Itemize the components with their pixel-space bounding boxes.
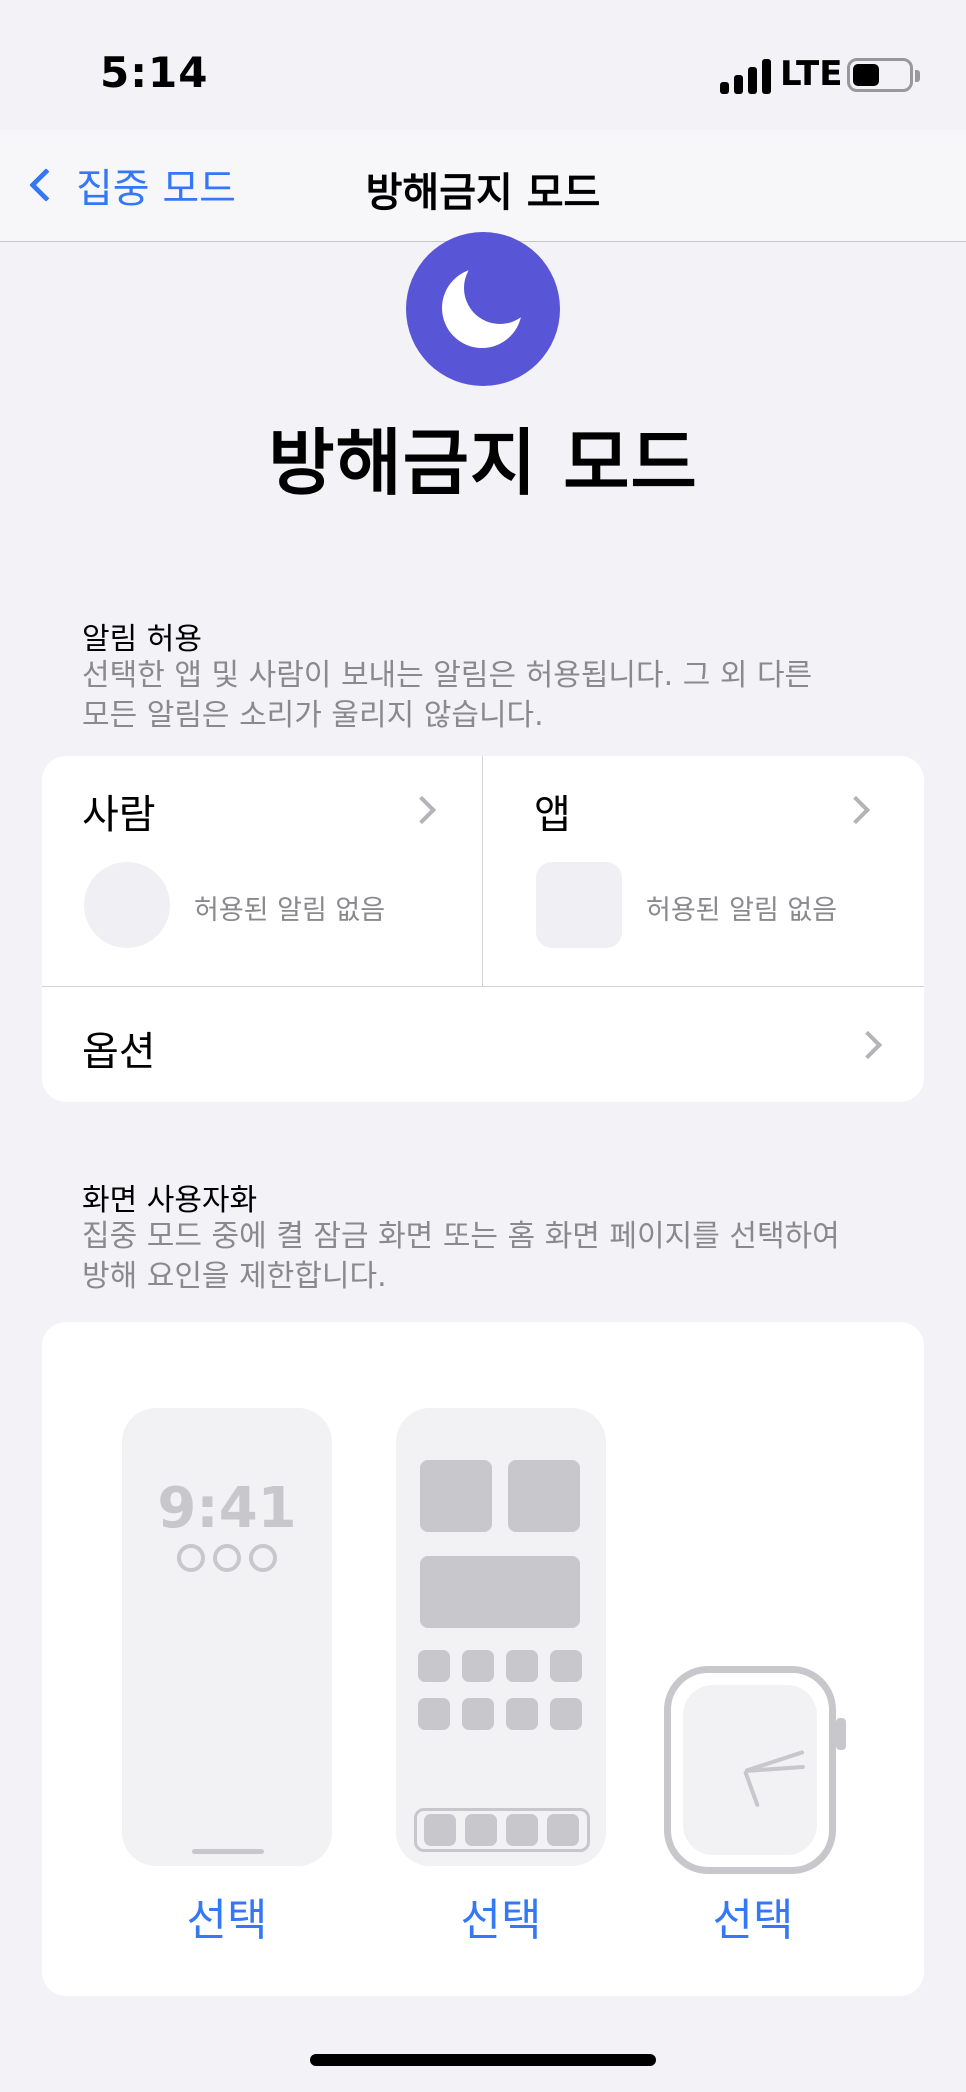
app-icon [506,1650,538,1682]
people-cell[interactable]: 사람 허용된 알림 없음 [42,756,482,986]
app-icon [465,1814,497,1846]
network-type: LTE [780,54,843,94]
chevron-right-icon [841,795,871,825]
widget-tile [420,1460,492,1532]
home-screen-preview[interactable] [396,1408,606,1866]
cellular-signal-icon [720,58,772,94]
app-icon [462,1650,494,1682]
dock [414,1808,590,1852]
customize-section-description: 집중 모드 중에 켤 잠금 화면 또는 홈 화면 페이지를 선택하여 방해 요인… [82,1217,902,1297]
allow-notifications-card: 사람 허용된 알림 없음 앱 허용된 알림 없음 옵션 [42,756,924,1102]
home-bar-icon [192,1849,264,1854]
select-watch-face-button[interactable]: 선택 [673,1884,833,1948]
app-icon [418,1650,450,1682]
app-icon [550,1650,582,1682]
chevron-right-icon [853,1030,883,1060]
widget-circles-icon [122,1544,332,1572]
status-bar: 5:14 LTE [0,0,966,130]
app-placeholder-icon [536,862,622,948]
allow-description-line-2: 모든 알림은 소리가 울리지 않습니다. [82,698,544,733]
select-home-screen-button[interactable]: 선택 [421,1884,581,1948]
watch-icon [664,1666,836,1874]
options-label: 옵션 [82,1029,156,1075]
page-title: 방해금지 모드 [268,421,698,505]
apps-cell[interactable]: 앱 허용된 알림 없음 [482,756,924,986]
status-time: 5:14 [100,48,209,97]
customize-screens-card: 9:41 선택 선택 선택 [42,1322,924,1996]
nav-title: 방해금지 모드 [365,170,601,216]
app-icon [424,1814,456,1846]
app-icon [550,1698,582,1730]
customize-description-line-2: 방해 요인을 제한합니다. [82,1259,387,1294]
navigation-bar: 집중 모드 방해금지 모드 [0,130,966,242]
home-indicator[interactable] [310,2054,656,2066]
app-icon [547,1814,579,1846]
chevron-right-icon [407,795,437,825]
battery-icon [847,58,920,92]
watch-face-preview[interactable] [664,1666,854,1874]
allow-description-line-1: 선택한 앱 및 사람이 보내는 알림은 허용됩니다. 그 외 다른 [82,658,813,693]
watch-crown [836,1718,846,1750]
select-lock-screen-button[interactable]: 선택 [147,1884,307,1948]
lock-screen-preview[interactable]: 9:41 [122,1408,332,1866]
allow-section-header: 알림 허용 [82,622,202,657]
app-icon [418,1698,450,1730]
customize-description-line-1: 집중 모드 중에 켤 잠금 화면 또는 홈 화면 페이지를 선택하여 [82,1219,840,1254]
widget-tile [508,1460,580,1532]
people-status: 허용된 알림 없음 [194,895,386,926]
options-row[interactable]: 옵션 [42,987,924,1102]
lock-screen-time: 9:41 [157,1476,297,1541]
people-label: 사람 [82,792,156,838]
app-icon [506,1698,538,1730]
customize-section-header: 화면 사용자화 [82,1183,258,1218]
app-icon [506,1814,538,1846]
allow-section-description: 선택한 앱 및 사람이 보내는 알림은 허용됩니다. 그 외 다른 모든 알림은… [82,656,902,736]
apps-label: 앱 [534,792,571,838]
widget-tile [420,1556,580,1628]
apps-status: 허용된 알림 없음 [646,895,838,926]
moon-icon [406,232,560,386]
person-placeholder-icon [84,862,170,948]
app-icon [462,1698,494,1730]
